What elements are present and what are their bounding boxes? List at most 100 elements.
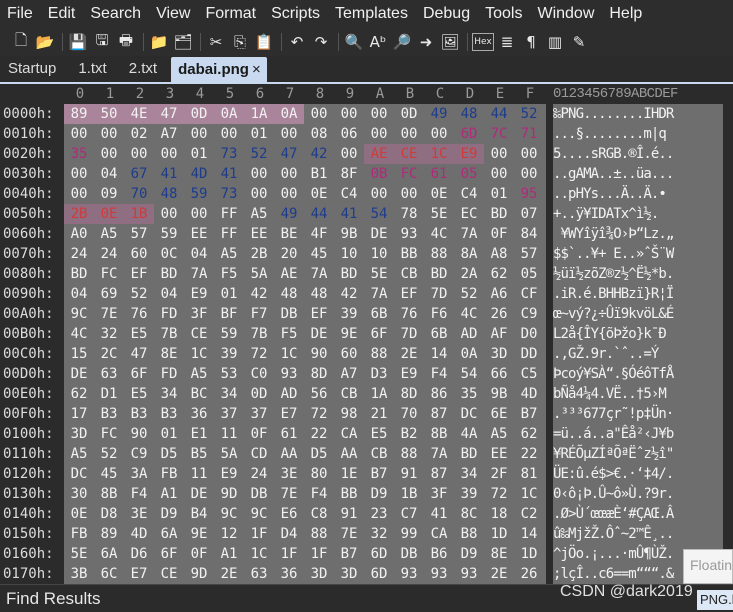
hex-byte[interactable]: 86 — [424, 384, 454, 404]
hex-byte[interactable]: 71 — [514, 124, 544, 144]
new-file-icon[interactable]: 🗋 — [10, 31, 32, 53]
hex-byte[interactable]: 57 — [124, 224, 154, 244]
hex-byte[interactable]: 2B — [244, 244, 274, 264]
hex-byte[interactable]: 00 — [64, 124, 94, 144]
hex-byte[interactable]: FC — [394, 164, 424, 184]
paste-icon[interactable]: 📋 — [253, 31, 275, 53]
hex-byte[interactable]: 5E — [64, 544, 94, 564]
hex-byte[interactable]: EF — [394, 284, 424, 304]
hex-byte[interactable]: 10 — [364, 244, 394, 264]
hex-byte[interactable]: EC — [454, 204, 484, 224]
hex-byte[interactable]: C9 — [514, 304, 544, 324]
hex-byte[interactable]: 93 — [394, 224, 424, 244]
hex-byte[interactable]: D5 — [154, 444, 184, 464]
hex-byte[interactable]: 62 — [514, 424, 544, 444]
hex-byte[interactable]: 3F — [184, 304, 214, 324]
hex-byte[interactable]: 07 — [514, 204, 544, 224]
hex-byte[interactable]: 87 — [424, 464, 454, 484]
hex-byte[interactable]: 05 — [454, 164, 484, 184]
hex-byte[interactable]: 6F — [154, 544, 184, 564]
hex-byte[interactable]: 7A — [424, 444, 454, 464]
hex-byte[interactable]: 01 — [184, 144, 214, 164]
hex-byte[interactable]: DD — [514, 344, 544, 364]
hex-byte[interactable]: 4D — [514, 384, 544, 404]
hex-byte[interactable]: D6 — [124, 544, 154, 564]
ascii-row[interactable]: ¥WYîÿî¾O›Þ“Lz.„ — [553, 224, 723, 244]
hex-byte[interactable]: 6D — [454, 124, 484, 144]
hex-byte[interactable]: 00 — [244, 184, 274, 204]
menu-file[interactable]: File — [0, 5, 41, 23]
hex-byte[interactable]: 4D — [124, 524, 154, 544]
hex-byte[interactable]: 0E — [64, 504, 94, 524]
hex-byte[interactable]: D9 — [454, 544, 484, 564]
hex-byte[interactable]: 4D — [184, 164, 214, 184]
hex-byte[interactable]: FB — [154, 464, 184, 484]
hex-byte[interactable]: 88 — [364, 344, 394, 364]
hex-byte[interactable]: 4C — [424, 224, 454, 244]
hex-byte[interactable]: A5 — [94, 224, 124, 244]
hex-byte[interactable]: 30 — [64, 484, 94, 504]
hex-byte[interactable]: E5 — [364, 424, 394, 444]
hex-byte[interactable]: B5 — [184, 444, 214, 464]
hex-byte[interactable]: 91 — [394, 464, 424, 484]
hex-byte[interactable]: E6 — [274, 504, 304, 524]
hex-byte[interactable]: A7 — [334, 364, 364, 384]
hex-byte[interactable]: 1C — [514, 484, 544, 504]
hex-byte[interactable]: E9 — [454, 144, 484, 164]
hex-byte[interactable]: 36 — [184, 404, 214, 424]
hex-byte[interactable]: 1D — [514, 544, 544, 564]
save-all-icon[interactable]: 🖫 — [91, 31, 113, 53]
hex-byte[interactable]: 42 — [304, 144, 334, 164]
hex-byte[interactable]: B7 — [334, 544, 364, 564]
hex-byte[interactable]: DB — [274, 304, 304, 324]
hex-byte[interactable]: 9B — [334, 224, 364, 244]
hex-byte[interactable]: 00 — [184, 124, 214, 144]
hex-byte[interactable]: 57 — [514, 244, 544, 264]
hex-byte[interactable]: BC — [184, 384, 214, 404]
hex-byte[interactable]: 1A — [364, 384, 394, 404]
hex-byte[interactable]: BB — [334, 484, 364, 504]
hex-byte[interactable]: 48 — [454, 104, 484, 124]
hex-byte[interactable]: 0E — [94, 204, 124, 224]
hex-byte[interactable]: D0 — [514, 324, 544, 344]
hex-byte[interactable]: 41 — [424, 504, 454, 524]
hex-byte[interactable]: 00 — [64, 164, 94, 184]
hex-byte[interactable]: 9D — [184, 564, 214, 584]
hex-byte[interactable]: C0 — [244, 364, 274, 384]
hex-byte[interactable]: A5 — [244, 204, 274, 224]
hex-byte[interactable]: 7A — [184, 264, 214, 284]
hex-byte[interactable]: A8 — [484, 244, 514, 264]
hex-byte[interactable]: C8 — [304, 504, 334, 524]
hex-byte[interactable]: 00 — [364, 184, 394, 204]
hex-editor[interactable]: 0123456789ABCDEF 0123456789ABCDEF 89 50 4E… — [0, 84, 733, 584]
hex-byte[interactable]: 26 — [514, 564, 544, 584]
hex-byte[interactable]: 47 — [124, 344, 154, 364]
find-results-label[interactable]: Find Results — [6, 589, 100, 609]
hex-byte[interactable]: 8B — [94, 484, 124, 504]
hex-byte[interactable]: 0D — [394, 104, 424, 124]
hex-byte[interactable]: 36 — [274, 564, 304, 584]
hex-byte[interactable]: 48 — [304, 284, 334, 304]
hex-byte[interactable]: 00 — [304, 104, 334, 124]
hex-byte[interactable]: 24 — [64, 244, 94, 264]
hex-byte[interactable]: 34 — [214, 384, 244, 404]
hex-byte[interactable]: 48 — [154, 184, 184, 204]
hex-byte[interactable]: 1B — [124, 204, 154, 224]
hex-byte[interactable]: 61 — [274, 424, 304, 444]
hex-byte[interactable]: 17 — [64, 404, 94, 424]
hex-byte[interactable]: B4 — [184, 504, 214, 524]
hex-byte[interactable]: 8E — [484, 544, 514, 564]
hex-byte[interactable]: CB — [394, 264, 424, 284]
ascii-row[interactable]: .,GŽ.9r.`ˆ..=Ý — [553, 344, 723, 364]
tab-1-txt[interactable]: 1.txt — [70, 60, 120, 82]
hex-byte[interactable]: 9E — [184, 524, 214, 544]
hex-byte[interactable]: 1C — [244, 544, 274, 564]
hex-byte[interactable]: 69 — [94, 284, 124, 304]
hex-byte[interactable]: AF — [484, 324, 514, 344]
hex-byte[interactable]: 2C — [94, 344, 124, 364]
hex-byte[interactable]: 52 — [244, 144, 274, 164]
hex-byte[interactable]: 37 — [244, 404, 274, 424]
hex-byte[interactable]: 76 — [124, 304, 154, 324]
ascii-row[interactable]: û‰MjžŽ.Ôˆ~2™Ê¸.. — [553, 524, 723, 544]
hex-byte[interactable]: 8B — [424, 424, 454, 444]
